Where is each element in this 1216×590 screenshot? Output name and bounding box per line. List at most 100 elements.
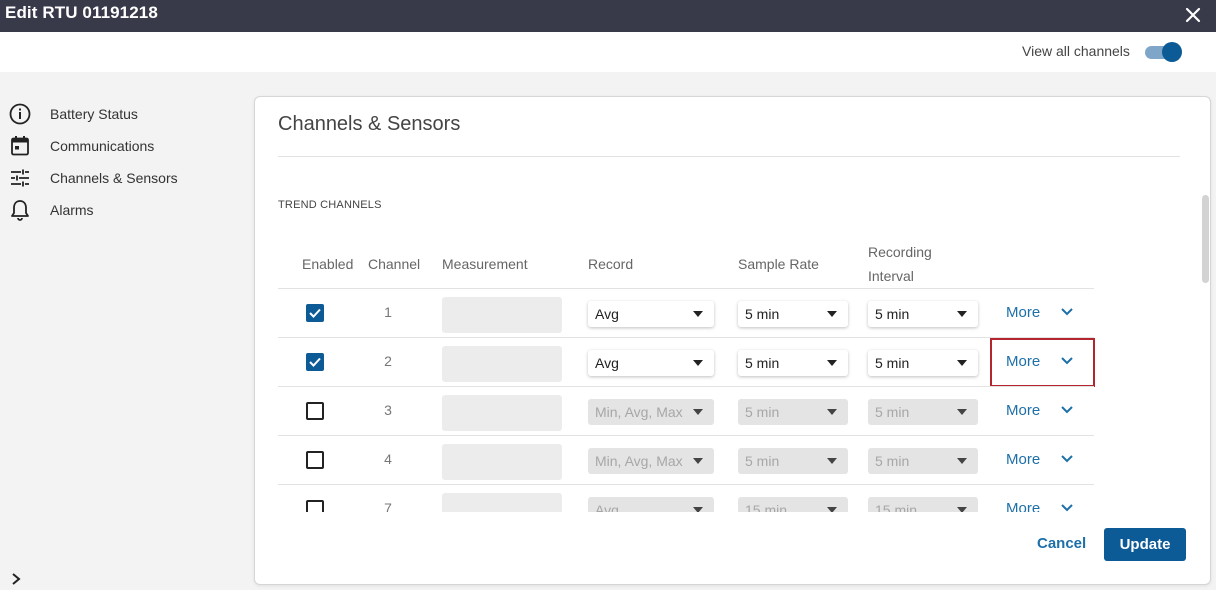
more-link[interactable]: More [1006, 402, 1040, 419]
sidebar-item-channels-sensors[interactable]: Channels & Sensors [8, 165, 238, 191]
panel-title: Channels & Sensors [278, 113, 461, 135]
more-link[interactable]: More [1006, 500, 1040, 512]
select-value: 15 min [875, 502, 918, 512]
cancel-button[interactable]: Cancel [1037, 535, 1086, 552]
recording-interval-select[interactable]: 5 min [868, 301, 978, 327]
select-value: Avg [595, 355, 619, 371]
dropdown-arrow-icon [957, 360, 967, 366]
channel-number: 1 [384, 304, 392, 320]
channel-number: 3 [384, 402, 392, 418]
dropdown-arrow-icon [827, 311, 837, 317]
channels-sensors-panel: Channels & Sensors TREND CHANNELS Enable… [254, 96, 1211, 585]
update-button[interactable]: Update [1104, 528, 1186, 561]
dropdown-arrow-icon [693, 311, 703, 317]
dropdown-arrow-icon [827, 507, 837, 512]
sample-rate-select[interactable]: 5 min [738, 399, 848, 425]
record-select[interactable]: Min, Avg, Max [588, 448, 714, 474]
recording-interval-select[interactable]: 15 min [868, 497, 978, 512]
recording-interval-select[interactable]: 5 min [868, 399, 978, 425]
sidebar-item-label: Battery Status [50, 106, 138, 122]
dropdown-arrow-icon [957, 507, 967, 512]
sidebar: Battery Status Communications Channels &… [0, 72, 250, 590]
enabled-checkbox[interactable] [306, 353, 324, 371]
sample-rate-select[interactable]: 5 min [738, 301, 848, 327]
select-value: Avg [595, 502, 619, 512]
close-icon[interactable] [1182, 4, 1204, 26]
title-divider [278, 156, 1180, 157]
enabled-checkbox[interactable] [306, 500, 324, 512]
enabled-checkbox[interactable] [306, 402, 324, 420]
channel-number: 4 [384, 451, 392, 467]
trend-channels-table: Enabled Channel Measurement Record Sampl… [278, 227, 1098, 512]
measurement-field[interactable] [442, 444, 562, 480]
select-value: 5 min [745, 404, 780, 420]
column-header-recording-interval: Recording [868, 244, 932, 260]
channel-number: 7 [384, 500, 392, 512]
chevron-down-icon[interactable] [1060, 454, 1074, 464]
table-row: 7 Avg 15 min 15 min More [278, 485, 1094, 512]
dropdown-arrow-icon [693, 360, 703, 366]
chevron-down-icon[interactable] [1060, 405, 1074, 415]
dropdown-arrow-icon [693, 507, 703, 512]
checkmark-icon [309, 357, 321, 367]
chevron-down-icon[interactable] [1060, 307, 1074, 317]
sample-rate-select[interactable]: 5 min [738, 448, 848, 474]
more-link[interactable]: More [1006, 304, 1040, 321]
record-select[interactable]: Avg [588, 301, 714, 327]
recording-interval-select[interactable]: 5 min [868, 448, 978, 474]
sidebar-item-battery-status[interactable]: Battery Status [8, 101, 238, 127]
measurement-field[interactable] [442, 395, 562, 431]
chevron-down-icon[interactable] [1060, 356, 1074, 366]
dropdown-arrow-icon [693, 458, 703, 464]
sidebar-item-label: Channels & Sensors [50, 170, 178, 186]
view-all-channels-toggle[interactable] [1144, 41, 1184, 63]
info-icon [9, 103, 31, 125]
sliders-icon [11, 169, 29, 187]
select-value: 5 min [745, 453, 780, 469]
more-link[interactable]: More [1006, 353, 1040, 370]
table-row: 1 Avg 5 min 5 min More [278, 289, 1094, 338]
measurement-field[interactable] [442, 297, 562, 333]
column-header-enabled: Enabled [302, 256, 354, 272]
sidebar-item-alarms[interactable]: Alarms [8, 197, 238, 223]
select-value: 5 min [875, 453, 910, 469]
chevron-down-icon[interactable] [1060, 503, 1074, 512]
column-header-measurement: Measurement [442, 256, 528, 272]
select-value: Min, Avg, Max [595, 453, 683, 469]
view-all-channels-label: View all channels [1022, 43, 1130, 59]
sample-rate-select[interactable]: 15 min [738, 497, 848, 512]
enabled-checkbox[interactable] [306, 451, 324, 469]
window-title: Edit RTU 01191218 [5, 3, 158, 22]
chevron-right-icon[interactable] [8, 570, 24, 588]
select-value: 5 min [875, 306, 910, 322]
table-row: 4 Min, Avg, Max 5 min 5 min More [278, 436, 1094, 485]
dropdown-arrow-icon [957, 311, 967, 317]
channel-number: 2 [384, 353, 392, 369]
scrollbar-thumb[interactable] [1202, 195, 1209, 283]
select-value: 15 min [745, 502, 788, 512]
window-titlebar: Edit RTU 01191218 [0, 0, 1216, 32]
more-link[interactable]: More [1006, 451, 1040, 468]
recording-interval-select[interactable]: 5 min [868, 350, 978, 376]
enabled-checkbox[interactable] [306, 304, 324, 322]
section-heading: TREND CHANNELS [278, 199, 382, 211]
record-select[interactable]: Avg [588, 350, 714, 376]
select-value: Min, Avg, Max [595, 404, 683, 420]
column-header-sample-rate: Sample Rate [738, 256, 819, 272]
calendar-icon [11, 136, 29, 156]
record-select[interactable]: Min, Avg, Max [588, 399, 714, 425]
column-header-channel: Channel [368, 256, 421, 272]
column-header-record: Record [588, 256, 634, 272]
select-value: Avg [595, 306, 619, 322]
sample-rate-select[interactable]: 5 min [738, 350, 848, 376]
record-select[interactable]: Avg [588, 497, 714, 512]
dropdown-arrow-icon [693, 409, 703, 415]
column-header-recording-interval-line2: Interval [868, 268, 914, 284]
sidebar-item-communications[interactable]: Communications [8, 133, 238, 159]
measurement-field[interactable] [442, 493, 562, 512]
select-value: 5 min [745, 355, 780, 371]
dropdown-arrow-icon [827, 409, 837, 415]
dropdown-arrow-icon [827, 360, 837, 366]
measurement-field[interactable] [442, 346, 562, 382]
select-value: 5 min [745, 306, 780, 322]
